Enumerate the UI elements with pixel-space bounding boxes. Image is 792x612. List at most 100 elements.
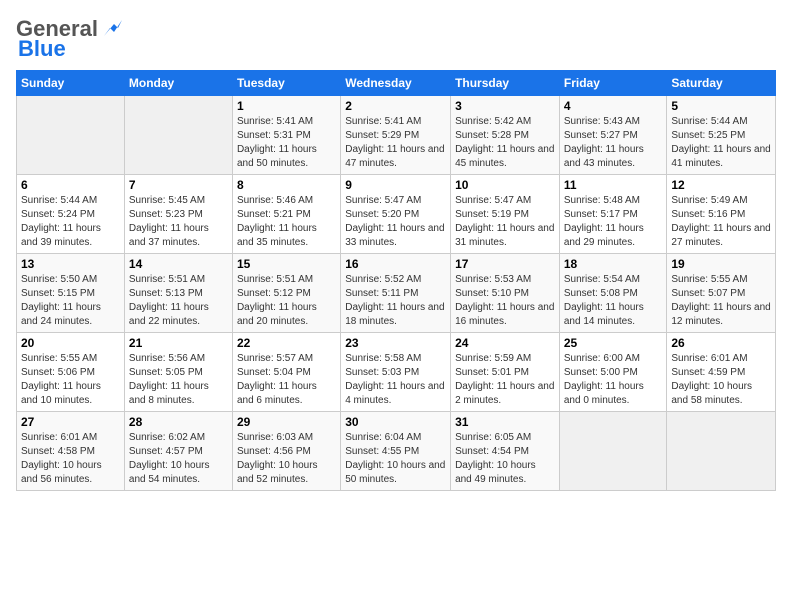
calendar-cell: 16 Sunrise: 5:52 AM Sunset: 5:11 PM Dayli… — [341, 254, 451, 333]
day-number: 22 — [237, 336, 336, 350]
day-info: Sunrise: 5:51 AM Sunset: 5:12 PM Dayligh… — [237, 273, 336, 329]
calendar-cell: 4Sunrise: 5:43 AM Sunset: 5:27 PM Daylig… — [559, 96, 667, 175]
calendar-cell: 23 Sunrise: 5:58 AM Sunset: 5:03 PM Dayli… — [341, 333, 451, 412]
calendar-cell: 9 Sunrise: 5:47 AM Sunset: 5:20 PM Daylig… — [341, 175, 451, 254]
calendar-cell: 8 Sunrise: 5:46 AM Sunset: 5:21 PM Daylig… — [232, 175, 340, 254]
day-number: 16 — [345, 257, 446, 271]
day-info: Sunrise: 5:46 AM Sunset: 5:21 PM Dayligh… — [237, 194, 336, 250]
day-info: Sunrise: 5:58 AM Sunset: 5:03 PM Dayligh… — [345, 352, 446, 408]
day-number: 21 — [129, 336, 228, 350]
day-number: 18 — [564, 257, 663, 271]
day-number: 15 — [237, 257, 336, 271]
calendar-cell: 3Sunrise: 5:42 AM Sunset: 5:28 PM Daylig… — [451, 96, 560, 175]
day-header-monday: Monday — [124, 71, 232, 96]
calendar-week-row: 13 Sunrise: 5:50 AM Sunset: 5:15 PM Dayli… — [17, 254, 776, 333]
day-header-saturday: Saturday — [667, 71, 776, 96]
logo-bird-icon — [100, 18, 122, 40]
calendar-cell: 20 Sunrise: 5:55 AM Sunset: 5:06 PM Dayli… — [17, 333, 125, 412]
calendar-cell — [17, 96, 125, 175]
day-number: 24 — [455, 336, 555, 350]
day-number: 9 — [345, 178, 446, 192]
day-number: 31 — [455, 415, 555, 429]
calendar-cell: 5 Sunrise: 5:44 AM Sunset: 5:25 PM Daylig… — [667, 96, 776, 175]
day-number: 11 — [564, 178, 663, 192]
day-info: Sunrise: 5:47 AM Sunset: 5:19 PM Dayligh… — [455, 194, 555, 250]
day-number: 23 — [345, 336, 446, 350]
logo: General Blue — [16, 16, 122, 62]
calendar-cell: 31Sunrise: 6:05 AM Sunset: 4:54 PM Dayli… — [451, 412, 560, 491]
calendar-cell: 6Sunrise: 5:44 AM Sunset: 5:24 PM Daylig… — [17, 175, 125, 254]
day-number: 10 — [455, 178, 555, 192]
day-number: 3 — [455, 99, 555, 113]
calendar-cell: 25 Sunrise: 6:00 AM Sunset: 5:00 PM Dayli… — [559, 333, 667, 412]
day-info: Sunrise: 6:04 AM Sunset: 4:55 PM Dayligh… — [345, 431, 446, 487]
calendar-cell: 19 Sunrise: 5:55 AM Sunset: 5:07 PM Dayli… — [667, 254, 776, 333]
day-number: 26 — [671, 336, 771, 350]
calendar-cell: 12Sunrise: 5:49 AM Sunset: 5:16 PM Dayli… — [667, 175, 776, 254]
calendar-cell: 13 Sunrise: 5:50 AM Sunset: 5:15 PM Dayli… — [17, 254, 125, 333]
day-info: Sunrise: 5:50 AM Sunset: 5:15 PM Dayligh… — [21, 273, 120, 329]
calendar-cell: 2Sunrise: 5:41 AM Sunset: 5:29 PM Daylig… — [341, 96, 451, 175]
day-info: Sunrise: 5:55 AM Sunset: 5:07 PM Dayligh… — [671, 273, 771, 329]
day-info: Sunrise: 5:52 AM Sunset: 5:11 PM Dayligh… — [345, 273, 446, 329]
day-info: Sunrise: 6:02 AM Sunset: 4:57 PM Dayligh… — [129, 431, 228, 487]
calendar-cell: 1 Sunrise: 5:41 AM Sunset: 5:31 PM Daylig… — [232, 96, 340, 175]
day-number: 19 — [671, 257, 771, 271]
day-header-thursday: Thursday — [451, 71, 560, 96]
day-info: Sunrise: 5:55 AM Sunset: 5:06 PM Dayligh… — [21, 352, 120, 408]
day-info: Sunrise: 5:53 AM Sunset: 5:10 PM Dayligh… — [455, 273, 555, 329]
day-info: Sunrise: 5:48 AM Sunset: 5:17 PM Dayligh… — [564, 194, 663, 250]
calendar-cell — [124, 96, 232, 175]
calendar-cell: 21 Sunrise: 5:56 AM Sunset: 5:05 PM Dayli… — [124, 333, 232, 412]
calendar-cell: 22 Sunrise: 5:57 AM Sunset: 5:04 PM Dayli… — [232, 333, 340, 412]
day-info: Sunrise: 5:45 AM Sunset: 5:23 PM Dayligh… — [129, 194, 228, 250]
logo-blue: Blue — [18, 36, 66, 62]
calendar-week-row: 27 Sunrise: 6:01 AM Sunset: 4:58 PM Dayli… — [17, 412, 776, 491]
day-info: Sunrise: 5:44 AM Sunset: 5:25 PM Dayligh… — [671, 115, 771, 171]
day-number: 7 — [129, 178, 228, 192]
day-info: Sunrise: 5:41 AM Sunset: 5:31 PM Dayligh… — [237, 115, 336, 171]
calendar-cell: 30 Sunrise: 6:04 AM Sunset: 4:55 PM Dayli… — [341, 412, 451, 491]
calendar-cell: 15 Sunrise: 5:51 AM Sunset: 5:12 PM Dayli… — [232, 254, 340, 333]
day-info: Sunrise: 6:01 AM Sunset: 4:58 PM Dayligh… — [21, 431, 120, 487]
calendar-cell: 14 Sunrise: 5:51 AM Sunset: 5:13 PM Dayli… — [124, 254, 232, 333]
day-number: 12 — [671, 178, 771, 192]
calendar-header-row: SundayMondayTuesdayWednesdayThursdayFrid… — [17, 71, 776, 96]
day-number: 5 — [671, 99, 771, 113]
day-info: Sunrise: 5:57 AM Sunset: 5:04 PM Dayligh… — [237, 352, 336, 408]
day-info: Sunrise: 6:01 AM Sunset: 4:59 PM Dayligh… — [671, 352, 771, 408]
day-number: 28 — [129, 415, 228, 429]
day-info: Sunrise: 5:47 AM Sunset: 5:20 PM Dayligh… — [345, 194, 446, 250]
day-header-sunday: Sunday — [17, 71, 125, 96]
day-number: 20 — [21, 336, 120, 350]
day-header-friday: Friday — [559, 71, 667, 96]
calendar-cell: 24 Sunrise: 5:59 AM Sunset: 5:01 PM Dayli… — [451, 333, 560, 412]
calendar-cell: 7 Sunrise: 5:45 AM Sunset: 5:23 PM Daylig… — [124, 175, 232, 254]
day-info: Sunrise: 5:56 AM Sunset: 5:05 PM Dayligh… — [129, 352, 228, 408]
calendar-body: 1 Sunrise: 5:41 AM Sunset: 5:31 PM Daylig… — [17, 96, 776, 491]
day-info: Sunrise: 5:43 AM Sunset: 5:27 PM Dayligh… — [564, 115, 663, 171]
day-number: 29 — [237, 415, 336, 429]
day-info: Sunrise: 6:00 AM Sunset: 5:00 PM Dayligh… — [564, 352, 663, 408]
day-number: 6 — [21, 178, 120, 192]
day-header-wednesday: Wednesday — [341, 71, 451, 96]
calendar-week-row: 6Sunrise: 5:44 AM Sunset: 5:24 PM Daylig… — [17, 175, 776, 254]
calendar-table: SundayMondayTuesdayWednesdayThursdayFrid… — [16, 70, 776, 491]
day-number: 13 — [21, 257, 120, 271]
day-number: 17 — [455, 257, 555, 271]
calendar-cell: 18Sunrise: 5:54 AM Sunset: 5:08 PM Dayli… — [559, 254, 667, 333]
calendar-week-row: 20 Sunrise: 5:55 AM Sunset: 5:06 PM Dayli… — [17, 333, 776, 412]
calendar-cell: 27 Sunrise: 6:01 AM Sunset: 4:58 PM Dayli… — [17, 412, 125, 491]
day-number: 1 — [237, 99, 336, 113]
day-number: 27 — [21, 415, 120, 429]
day-info: Sunrise: 5:59 AM Sunset: 5:01 PM Dayligh… — [455, 352, 555, 408]
calendar-cell — [667, 412, 776, 491]
calendar-cell: 10 Sunrise: 5:47 AM Sunset: 5:19 PM Dayli… — [451, 175, 560, 254]
day-number: 14 — [129, 257, 228, 271]
day-info: Sunrise: 5:51 AM Sunset: 5:13 PM Dayligh… — [129, 273, 228, 329]
calendar-week-row: 1 Sunrise: 5:41 AM Sunset: 5:31 PM Daylig… — [17, 96, 776, 175]
day-number: 25 — [564, 336, 663, 350]
day-number: 30 — [345, 415, 446, 429]
day-info: Sunrise: 6:03 AM Sunset: 4:56 PM Dayligh… — [237, 431, 336, 487]
day-number: 8 — [237, 178, 336, 192]
